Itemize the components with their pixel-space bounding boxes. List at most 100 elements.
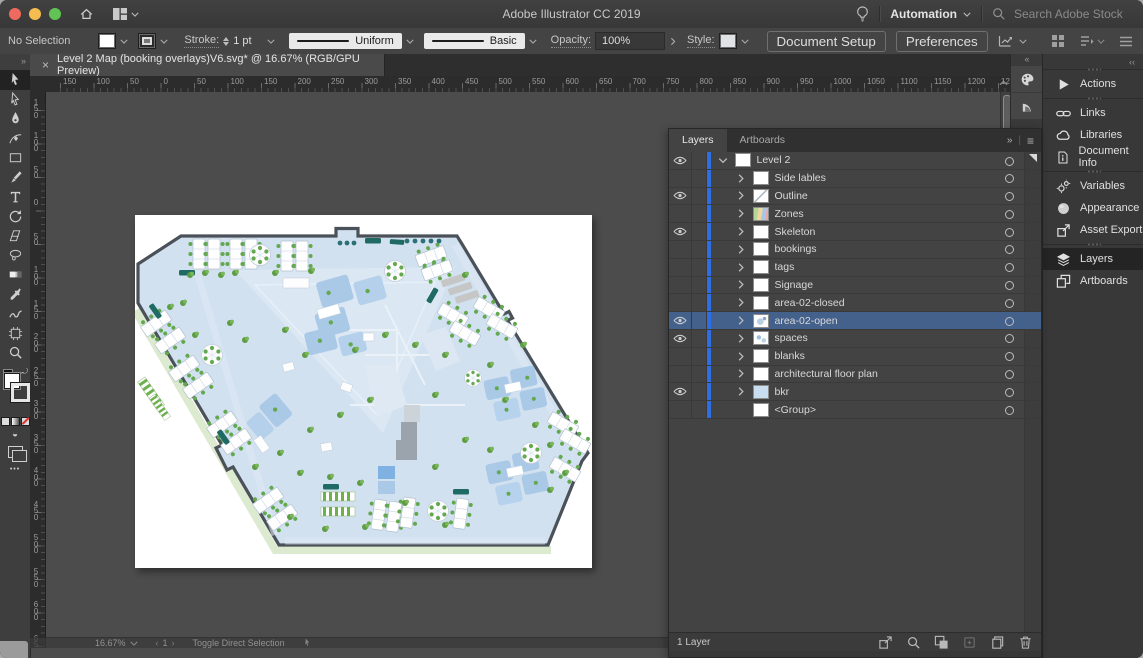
layer-name[interactable]: bookings [775, 243, 817, 255]
screen-mode-button[interactable] [8, 446, 23, 458]
grid-view-icon[interactable] [1051, 34, 1065, 48]
stroke-value[interactable]: 1 pt [233, 35, 263, 47]
layer-name[interactable]: <Group> [775, 404, 816, 416]
new-layer-button[interactable] [990, 635, 1005, 650]
lock-toggle[interactable] [692, 294, 707, 311]
layer-name[interactable]: bkr [775, 386, 790, 398]
eyedropper-tool[interactable] [0, 285, 30, 305]
variable-width-profile[interactable]: Uniform [289, 33, 414, 49]
layer-name[interactable]: tags [775, 261, 795, 273]
layer-row[interactable]: architectural floor plan [669, 366, 1041, 384]
layer-name[interactable]: blanks [775, 350, 805, 362]
collapse-panels-button[interactable]: ‹‹ [1043, 54, 1143, 69]
layer-row[interactable]: Signage [669, 277, 1041, 295]
visibility-toggle[interactable] [669, 348, 692, 365]
search-input[interactable] [1012, 6, 1131, 22]
swap-fill-stroke-button[interactable]: ⤾ [21, 367, 28, 377]
layer-name[interactable]: Side lables [775, 172, 826, 184]
target-circle[interactable] [1005, 406, 1014, 415]
document-tab[interactable]: × Level 2 Map (booking overlays)V6.svg* … [30, 54, 385, 76]
layer-row[interactable]: Outline [669, 188, 1041, 206]
layer-name[interactable]: area-02-open [775, 315, 838, 327]
close-tab-icon[interactable]: × [42, 58, 49, 72]
lock-toggle[interactable] [692, 277, 707, 294]
direct-selection-tool[interactable] [0, 90, 30, 110]
layer-thumbnail[interactable] [753, 296, 769, 310]
minimize-window-button[interactable] [29, 8, 41, 20]
selection-tool[interactable] [0, 70, 30, 90]
stroke-label[interactable]: Stroke: [184, 34, 219, 48]
paintbrush-tool[interactable] [0, 168, 30, 188]
fill-color-control[interactable] [98, 33, 128, 49]
stroke-proxy[interactable] [11, 383, 30, 402]
disclosure-arrow[interactable] [735, 366, 747, 381]
locate-object-button[interactable] [906, 635, 921, 650]
close-window-button[interactable] [9, 8, 21, 20]
opacity-value[interactable]: 100% [595, 32, 665, 50]
layer-name[interactable]: spaces [775, 332, 808, 344]
lock-toggle[interactable] [692, 259, 707, 276]
disclosure-arrow[interactable] [735, 277, 747, 292]
tools-expand-button[interactable]: » [0, 54, 30, 70]
curvature-tool[interactable] [0, 129, 30, 149]
visibility-toggle[interactable] [669, 330, 692, 347]
collect-for-export-button[interactable] [878, 635, 893, 650]
layer-row[interactable]: blanks [669, 348, 1041, 366]
lock-toggle[interactable] [692, 366, 707, 383]
gradient-panel-button[interactable] [1011, 93, 1043, 120]
layer-row[interactable]: spaces [669, 330, 1041, 348]
dock-button-links[interactable]: Links [1043, 102, 1143, 124]
lock-toggle[interactable] [692, 348, 707, 365]
delete-selection-button[interactable] [1018, 635, 1033, 650]
more-tools-button[interactable]: ••• [0, 461, 30, 478]
panel-tab-layers[interactable]: Layers [669, 129, 727, 152]
zoom-level-control[interactable]: 16.67% [95, 638, 138, 648]
lasso-tool[interactable] [0, 246, 30, 266]
lightbulb-icon[interactable] [856, 6, 869, 22]
visibility-toggle[interactable] [669, 223, 692, 240]
target-circle[interactable] [1005, 317, 1014, 326]
brush-definition[interactable]: Basic [424, 33, 537, 49]
layer-name[interactable]: Level 2 [757, 154, 791, 166]
rectangle-tool[interactable] [0, 148, 30, 168]
new-sublayer-button[interactable] [962, 635, 977, 650]
layer-row[interactable]: tags [669, 259, 1041, 277]
layer-row[interactable]: area-02-closed [669, 294, 1041, 312]
dock-button-actions[interactable]: Actions [1043, 73, 1143, 95]
visibility-toggle[interactable] [669, 205, 692, 222]
dock-button-asset-export[interactable]: Asset Export [1043, 219, 1143, 241]
panel-expand-icon[interactable]: » [1007, 135, 1013, 146]
type-tool[interactable] [0, 187, 30, 207]
layer-thumbnail[interactable] [753, 331, 769, 345]
visibility-toggle[interactable] [669, 383, 692, 400]
opacity-label[interactable]: Opacity: [551, 34, 591, 48]
layer-name[interactable]: Outline [775, 190, 808, 202]
disclosure-arrow[interactable] [735, 384, 747, 399]
target-circle[interactable] [1005, 210, 1014, 219]
target-circle[interactable] [1005, 299, 1014, 308]
artboard[interactable] [135, 215, 592, 568]
layer-thumbnail[interactable] [753, 367, 769, 381]
lock-toggle[interactable] [692, 241, 707, 258]
lock-toggle[interactable] [692, 170, 707, 187]
adobe-stock-search[interactable] [992, 6, 1131, 22]
layer-thumbnail[interactable] [753, 314, 769, 328]
visibility-toggle[interactable] [669, 401, 692, 418]
lock-toggle[interactable] [692, 312, 707, 329]
gradient-tool[interactable] [0, 265, 30, 285]
visibility-toggle[interactable] [669, 366, 692, 383]
disclosure-arrow[interactable] [735, 206, 747, 221]
layer-thumbnail[interactable] [753, 242, 769, 256]
lock-toggle[interactable] [692, 152, 707, 169]
dock-button-appearance[interactable]: Appearance [1043, 197, 1143, 219]
target-circle[interactable] [1005, 388, 1014, 397]
lock-toggle[interactable] [692, 223, 707, 240]
home-button[interactable] [79, 7, 94, 21]
lock-toggle[interactable] [692, 205, 707, 222]
layer-thumbnail[interactable] [753, 349, 769, 363]
none-button[interactable] [21, 417, 30, 426]
disclosure-arrow[interactable] [735, 349, 747, 364]
layer-name[interactable]: architectural floor plan [775, 368, 878, 380]
layer-row[interactable]: Zones [669, 205, 1041, 223]
layer-row[interactable]: Level 2 [669, 152, 1041, 170]
